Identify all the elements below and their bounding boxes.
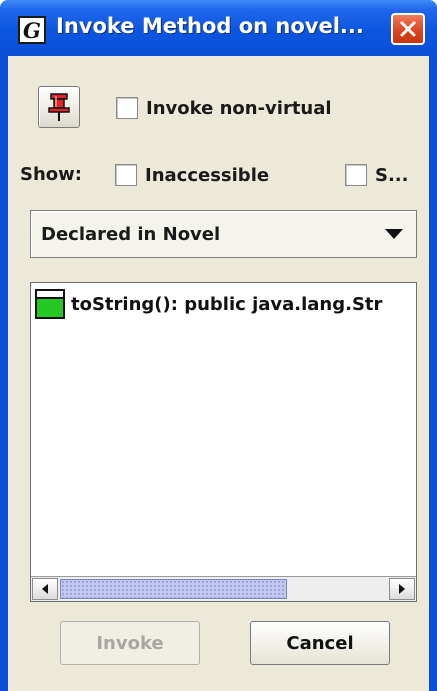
scroll-thumb[interactable] bbox=[60, 579, 287, 599]
dropdown-selected-value: Declared in Novel bbox=[41, 224, 221, 245]
truncated-label: S... bbox=[375, 164, 409, 186]
chevron-down-icon bbox=[385, 229, 403, 239]
title-bar[interactable]: G Invoke Method on novel... bbox=[0, 0, 437, 56]
list-item[interactable]: toString(): public java.lang.Str bbox=[35, 289, 416, 319]
app-icon-letter: G bbox=[23, 17, 41, 43]
dialog-window: G Invoke Method on novel... Invoke non-v… bbox=[0, 0, 437, 691]
arrow-left-icon bbox=[42, 584, 48, 594]
invoke-non-virtual-option[interactable]: Invoke non-virtual bbox=[116, 97, 332, 119]
close-button[interactable] bbox=[391, 13, 425, 45]
truncated-option[interactable]: S... bbox=[345, 164, 408, 186]
pushpin-icon bbox=[48, 93, 70, 121]
method-signature: toString(): public java.lang.Str bbox=[71, 293, 383, 315]
scroll-left-button[interactable] bbox=[32, 578, 58, 600]
arrow-right-icon bbox=[399, 584, 405, 594]
invoke-non-virtual-checkbox[interactable] bbox=[116, 97, 138, 119]
inaccessible-checkbox[interactable] bbox=[115, 164, 137, 186]
greenfoot-app-icon: G bbox=[18, 16, 46, 44]
dialog-content: Invoke non-virtual Show: Inaccessible S.… bbox=[8, 56, 429, 691]
invoke-button[interactable]: Invoke bbox=[60, 621, 200, 665]
declared-in-dropdown[interactable]: Declared in Novel bbox=[30, 210, 417, 258]
inaccessible-label: Inaccessible bbox=[145, 164, 270, 186]
horizontal-scrollbar[interactable] bbox=[31, 576, 416, 601]
truncated-checkbox[interactable] bbox=[345, 164, 367, 186]
invoke-non-virtual-label: Invoke non-virtual bbox=[146, 97, 332, 119]
show-label: Show: bbox=[20, 164, 82, 185]
close-icon bbox=[400, 21, 416, 37]
show-label-group: Show: bbox=[20, 164, 82, 185]
method-list[interactable]: toString(): public java.lang.Str bbox=[30, 282, 417, 602]
window-title: Invoke Method on novel... bbox=[56, 14, 364, 38]
scroll-right-button[interactable] bbox=[389, 578, 415, 600]
method-icon bbox=[35, 289, 65, 319]
cancel-button[interactable]: Cancel bbox=[250, 621, 390, 665]
inaccessible-option[interactable]: Inaccessible bbox=[115, 164, 269, 186]
pin-button[interactable] bbox=[38, 86, 80, 128]
